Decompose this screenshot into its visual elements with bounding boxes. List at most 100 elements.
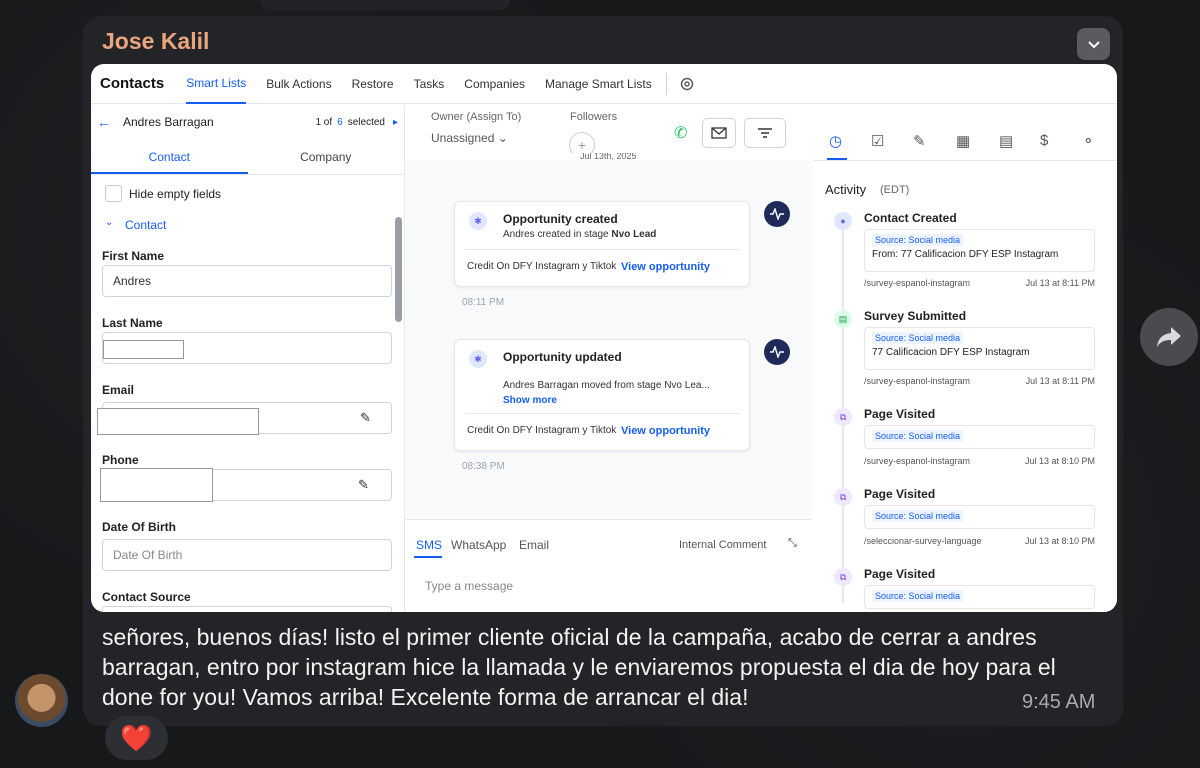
section-chevron-icon[interactable]: ⌄ [105,217,113,228]
chevron-down-icon [1087,41,1100,49]
app-nav: Contacts Smart Lists Bulk Actions Restor… [91,64,1117,104]
activity-title: Activity [825,182,867,197]
opportunity-card: ✱ Opportunity created Andres created in … [454,201,750,287]
share-icon [1157,327,1181,347]
activity-footer: /seleccionar-survey-language Jul 13 at 8:… [864,536,1095,546]
clock-icon[interactable]: ◷ [829,132,842,150]
activity-path[interactable]: /seleccionar-survey-language [864,536,982,546]
back-arrow-icon[interactable]: ← [97,114,111,130]
nav-bulk-actions[interactable]: Bulk Actions [266,64,331,104]
owner-label: Owner (Assign To) [431,111,522,123]
calendar-icon[interactable]: ▦ [956,132,970,150]
card-divider [465,249,739,250]
card-title: Opportunity updated [503,350,622,364]
pager-suffix: selected [347,116,385,128]
activity-title-item: Page Visited [864,487,936,501]
contact-source-field[interactable] [102,606,392,612]
tab-sms[interactable]: SMS [416,538,442,552]
activity-timezone: (EDT) [880,184,910,196]
activity-detail-box: Source: Social media [864,585,1095,609]
first-name-field[interactable]: Andres [102,265,392,297]
heart-reaction[interactable]: ❤️ [105,716,168,760]
nodes-icon[interactable]: ⚬ [1082,132,1095,150]
pencil-icon[interactable]: ✎ [913,132,926,150]
card-time: 08:11 PM [462,297,505,308]
dollar-icon[interactable]: $ [1040,132,1048,149]
message-input[interactable]: Type a message [425,579,513,593]
opportunity-icon: ✱ [469,212,487,230]
message-time: 9:45 AM [1022,691,1096,713]
card-subtitle: Andres created in stage Nvo Lead [503,229,656,240]
source-badge: Source: Social media [872,590,964,602]
phone-icon[interactable]: ✆ [674,123,687,143]
source-badge: Source: Social media [872,510,964,522]
nav-smart-lists[interactable]: Smart Lists [186,64,247,104]
show-more-link[interactable]: Show more [503,395,557,406]
dob-label: Date Of Birth [102,520,177,534]
nav-companies[interactable]: Companies [464,64,525,104]
nav-restore[interactable]: Restore [352,64,394,104]
gear-icon[interactable] [679,76,695,92]
dob-field[interactable]: Date Of Birth [102,539,392,571]
activity-detail-box: Source: Social media [864,505,1095,529]
view-opportunity-link[interactable]: View opportunity [621,261,710,273]
activity-path[interactable]: /survey-espanol-instagram [864,376,970,386]
tab-whatsapp[interactable]: WhatsApp [451,538,506,552]
tab-company[interactable]: Company [248,139,405,174]
sender-name[interactable]: Jose Kalil [102,28,209,55]
card-time: 08:38 PM [462,461,505,472]
card-divider [465,413,739,414]
conversation-toolbar: Owner (Assign To) Unassigned ⌄ Followers… [406,105,812,161]
page-icon: ⧉ [834,488,852,506]
share-button[interactable] [1140,308,1198,366]
activity-time: Jul 13 at 8:11 PM [1025,376,1095,386]
owner-value: Unassigned [431,131,495,145]
conversation-panel: Owner (Assign To) Unassigned ⌄ Followers… [406,105,812,612]
contact-name: Andres Barragan [123,115,214,129]
check-icon[interactable]: ☑ [871,132,884,150]
card-stage: Nvo Lead [611,229,657,240]
active-tab-indicator [414,556,442,558]
page-icon: ⧉ [834,408,852,426]
owner-select[interactable]: Unassigned ⌄ [431,131,508,145]
activity-footer: /survey-espanol-instagram Jul 13 at 8:11 … [864,376,1095,386]
pencil-icon[interactable]: ✎ [358,477,369,493]
next-arrow-icon[interactable]: ▸ [393,117,398,128]
nav-tasks[interactable]: Tasks [414,64,445,104]
message-text: señores, buenos días! listo el primer cl… [102,624,1056,710]
hide-empty-checkbox[interactable] [105,185,122,202]
view-opportunity-link[interactable]: View opportunity [621,425,710,437]
page-icon: ⧉ [834,568,852,586]
opportunity-icon: ✱ [469,350,487,368]
user-icon: ● [834,212,852,230]
activity-detail-box: Source: Social media From: 77 Calificaci… [864,229,1095,272]
nav-divider [665,72,667,95]
tab-email[interactable]: Email [519,538,549,552]
message-menu-button[interactable] [1077,28,1110,60]
collapse-icon[interactable]: ⤡ [788,537,797,550]
last-name-label: Last Name [102,316,163,330]
scrollbar[interactable] [395,217,402,322]
previous-message-edge [260,0,510,10]
tab-contact[interactable]: Contact [91,139,248,174]
pencil-icon[interactable]: ✎ [360,410,371,426]
mail-button[interactable] [702,118,736,148]
activity-detail: 77 Calificacion DFY ESP Instagram [872,347,1030,358]
activity-time: Jul 13 at 8:10 PM [1024,536,1095,546]
activity-path[interactable]: /survey-espanol-instagram [864,456,970,466]
avatar[interactable] [15,674,68,727]
filter-button[interactable] [744,118,786,148]
internal-comment-tab[interactable]: Internal Comment [679,539,766,551]
active-tab-indicator [827,158,847,160]
date-chip: Jul 13th, 2025 [570,153,647,161]
nav-manage-smart-lists[interactable]: Manage Smart Lists [545,64,652,104]
mail-icon [711,127,727,139]
screenshot-image[interactable]: Contacts Smart Lists Bulk Actions Restor… [91,64,1117,612]
activity-path[interactable]: /survey-espanol-instagram [864,278,970,288]
card-credit: Credit On DFY Instagram y Tiktok (Calif.… [467,261,617,272]
redaction-box [103,340,184,359]
document-icon[interactable]: ▤ [999,132,1013,150]
section-contact[interactable]: Contact [125,218,166,232]
email-label: Email [102,383,135,397]
activity-title-item: Page Visited [864,567,936,581]
